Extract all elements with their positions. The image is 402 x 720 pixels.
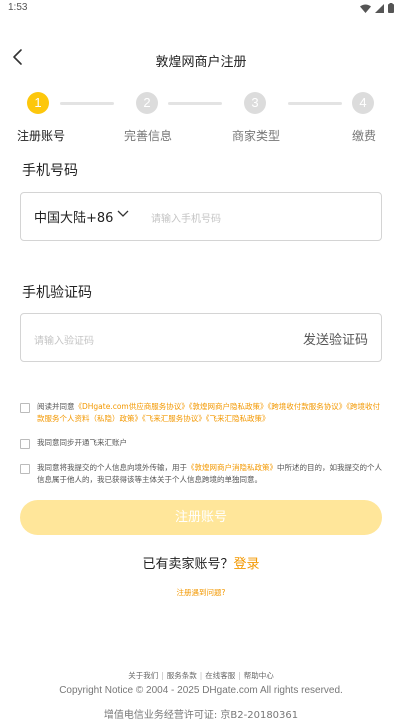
footer-terms-link[interactable]: 服务条款 xyxy=(167,671,197,680)
login-row: 已有卖家账号？登录 xyxy=(0,553,402,572)
step-4-circle: 4 xyxy=(352,92,374,114)
footer-support-link[interactable]: 在线客服 xyxy=(205,671,235,680)
footer-separator: | xyxy=(199,671,203,680)
step-3-circle: 3 xyxy=(244,92,266,114)
agreement-row-3: 我同意将我提交的个人信息向境外传输，用于《敦煌网商户消隐私政策》中所述的目的，如… xyxy=(20,462,382,488)
login-link[interactable]: 登录 xyxy=(234,557,260,572)
step-1-label: 注册账号 xyxy=(17,129,66,143)
agreement-row-2: 我同意同步开通飞来汇账户 xyxy=(20,437,382,451)
phone-input-box: 中国大陆+86 请输入手机号码 xyxy=(20,192,382,241)
merchant-privacy-link[interactable]: 《敦煌网商户隐私政策》 xyxy=(189,402,268,411)
code-input[interactable]: 请输入验证码 xyxy=(34,332,94,347)
agreement-text-1: 阅读并同意《DHgate.com供应商服务协议》《敦煌网商户隐私政策》《跨境收付… xyxy=(37,401,382,425)
step-connector xyxy=(168,102,222,105)
agreement-prefix: 阅读并同意 xyxy=(37,402,75,411)
phone-label: 手机号码 xyxy=(22,163,78,179)
agreement-prefix: 我同意将我提交的个人信息向境外传输，用于 xyxy=(37,463,187,472)
step-connector xyxy=(60,102,114,105)
step-2-label: 完善信息 xyxy=(124,129,173,143)
merchant-privacy-link[interactable]: 《敦煌网商户消隐私政策》 xyxy=(187,463,277,472)
code-input-box: 请输入验证码 发送验证码 xyxy=(20,313,382,362)
agreement-text-2: 我同意同步开通飞来汇账户 xyxy=(37,438,127,447)
footer-links: 关于我们 | 服务条款 | 在线客服 | 帮助中心 xyxy=(0,670,402,681)
login-prompt: 已有卖家账号？ xyxy=(142,557,234,572)
step-connector xyxy=(288,102,342,105)
footer-separator: | xyxy=(238,671,241,680)
agreement-checkbox-2[interactable] xyxy=(20,439,30,449)
status-icons xyxy=(360,3,394,13)
agreement-row-1: 阅读并同意《DHgate.com供应商服务协议》《敦煌网商户隐私政策》《跨境收付… xyxy=(20,401,382,427)
chevron-down-icon[interactable] xyxy=(117,210,129,218)
feilaihui-privacy-link[interactable]: 《飞来汇隐私政策》 xyxy=(206,414,270,423)
footer-separator: | xyxy=(161,671,164,680)
agreement-text-3: 我同意将我提交的个人信息向境外传输，用于《敦煌网商户消隐私政策》中所述的目的，如… xyxy=(37,462,382,486)
copyright-notice: Copyright Notice © 2004 - 2025 DHgate.co… xyxy=(59,685,343,696)
step-3-label: 商家类型 xyxy=(232,129,281,143)
code-label: 手机验证码 xyxy=(22,285,92,301)
step-2-circle: 2 xyxy=(136,92,158,114)
supplier-agreement-link[interactable]: 《DHgate.com供应商服务协议》 xyxy=(75,402,189,411)
register-button[interactable]: 注册账号 xyxy=(20,500,382,535)
signal-icon xyxy=(375,3,384,13)
footer-help-link[interactable]: 帮助中心 xyxy=(244,671,274,680)
registration-help-link[interactable]: 注册遇到问题? xyxy=(0,587,402,598)
step-4-label: 缴费 xyxy=(352,129,377,143)
step-1-circle: 1 xyxy=(27,92,49,114)
agreement-checkbox-3[interactable] xyxy=(20,464,30,474)
page-title: 敦煌网商户注册 xyxy=(155,55,247,70)
status-bar: 1:53 xyxy=(0,0,402,20)
agreement-checkbox-1[interactable] xyxy=(20,403,30,413)
registration-stepper: 1 2 3 4 注册账号 完善信息 商家类型 缴费 xyxy=(0,90,402,150)
feilaihui-agreement-link[interactable]: 《飞来汇服务协议》 xyxy=(142,414,206,423)
country-code-select[interactable]: 中国大陆+86 xyxy=(34,207,113,226)
cross-border-payment-agreement-link[interactable]: 《跨境收付款服务协议》 xyxy=(267,402,346,411)
license-notice: 增值电信业务经营许可证: 京B2-20180361 xyxy=(103,710,299,720)
wifi-icon xyxy=(360,4,371,13)
status-time: 1:53 xyxy=(8,2,28,13)
nav-header: 敦煌网商户注册 xyxy=(0,40,402,80)
send-code-button[interactable]: 发送验证码 xyxy=(303,329,368,348)
phone-input[interactable]: 请输入手机号码 xyxy=(151,210,221,225)
battery-icon xyxy=(388,3,394,13)
footer-about-link[interactable]: 关于我们 xyxy=(128,671,158,680)
